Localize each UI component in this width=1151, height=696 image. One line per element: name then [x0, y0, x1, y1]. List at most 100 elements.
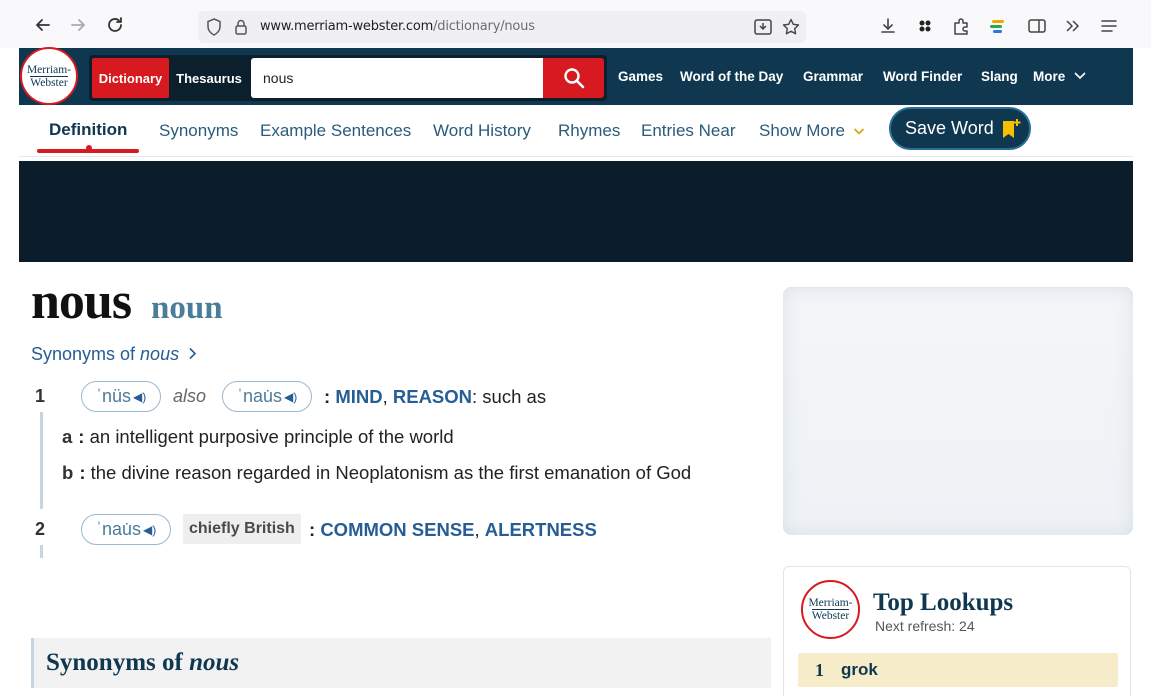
bookmark-plus-icon	[1002, 118, 1021, 138]
entry-subnav: Definition Synonyms Example Sentences Wo…	[19, 105, 1133, 157]
forward-icon[interactable]	[67, 14, 89, 36]
back-icon[interactable]	[32, 14, 54, 36]
save-word-label: Save Word	[905, 118, 994, 138]
sx-link-alertness[interactable]: ALERTNESS	[485, 519, 597, 540]
lock-icon[interactable]	[234, 18, 248, 36]
logo-line-1: Merriam-	[808, 597, 853, 609]
show-more-label: Show More	[759, 121, 845, 140]
subsense-b-text: the divine reason regarded in Neoplatoni…	[90, 462, 692, 483]
synonyms-link-prefix: Synonyms of	[31, 344, 141, 364]
pronunciation-text: ˈnüs	[96, 386, 132, 406]
lookup-rank: 1	[815, 659, 824, 680]
sense-2-rule	[40, 545, 43, 558]
colorful-extension-icon[interactable]	[988, 16, 1008, 36]
headword: nous	[31, 273, 132, 330]
subnav-definition[interactable]: Definition	[49, 120, 127, 140]
synonyms-heading-word: nous	[189, 649, 240, 676]
top-lookups-refresh: Next refresh: 24	[875, 618, 975, 634]
merriam-webster-logo[interactable]: Merriam- Webster	[20, 47, 78, 105]
speaker-icon: ◀)	[284, 389, 298, 404]
sense-number-2: 2	[35, 519, 46, 539]
browser-toolbar: www.merriam-webster.com/dictionary/nous	[0, 0, 1151, 48]
logo-line-1: Merriam-	[26, 63, 72, 76]
lookup-word: grok	[841, 660, 878, 679]
pronunciation-button-alt[interactable]: ˈnau̇s ◀)	[222, 381, 313, 412]
url-host: www.merriam-webster.com	[260, 19, 434, 34]
part-of-speech[interactable]: noun	[151, 290, 223, 327]
url-text[interactable]: www.merriam-webster.com/dictionary/nous	[260, 19, 535, 34]
nav-word-finder[interactable]: Word Finder	[883, 69, 962, 84]
downloads-icon[interactable]	[878, 16, 898, 36]
pronunciation-text-sense-2: ˈnau̇s	[96, 519, 142, 539]
sidebar-toggle-icon[interactable]	[1027, 16, 1047, 36]
extensions-puzzle-icon[interactable]	[951, 16, 971, 36]
pronunciation-text-alt: ˈnau̇s	[237, 386, 283, 406]
url-path: /dictionary/nous	[433, 19, 535, 34]
app-menu-icon[interactable]	[1099, 16, 1119, 36]
sx-link-common-sense[interactable]: COMMON SENSE	[320, 519, 474, 540]
sense-2-definition: : COMMON SENSE, ALERTNESS	[309, 519, 597, 540]
subnav-example-sentences[interactable]: Example Sentences	[260, 121, 411, 141]
active-tab-marker	[86, 145, 92, 151]
top-lookups-title: Top Lookups	[873, 589, 1014, 616]
address-bar[interactable]: www.merriam-webster.com/dictionary/nous	[198, 11, 806, 43]
reader-download-icon[interactable]	[754, 18, 772, 36]
subnav-entries-near[interactable]: Entries Near	[641, 121, 735, 141]
synonyms-link-word: nous	[140, 344, 180, 364]
search-button[interactable]	[543, 58, 604, 98]
merriam-webster-logo: Merriam- Webster	[801, 580, 860, 639]
bookmark-star-icon[interactable]	[782, 18, 800, 36]
nav-more-label: More	[1033, 69, 1066, 84]
also-label: also	[173, 386, 207, 406]
overflow-chevrons-icon[interactable]	[1062, 16, 1082, 36]
subsense-b: b: the divine reason regarded in Neoplat…	[62, 462, 692, 483]
tracking-shield-icon[interactable]	[206, 18, 222, 36]
sense-1-rule	[40, 412, 43, 509]
subnav-show-more[interactable]: Show More	[759, 121, 865, 141]
logo-line-2: Webster	[811, 609, 850, 622]
nav-word-of-the-day[interactable]: Word of the Day	[680, 69, 783, 84]
sidebar-ad	[783, 287, 1133, 535]
search-icon	[563, 68, 584, 89]
search-input[interactable]	[251, 58, 543, 98]
subsense-a-text: an intelligent purposive principle of th…	[89, 426, 454, 447]
subnav-word-history[interactable]: Word History	[433, 121, 531, 141]
sense-1-definition: : MIND, REASON: such as	[324, 386, 547, 407]
pronunciation-button-sense-2[interactable]: ˈnau̇s ◀)	[81, 514, 172, 545]
extension-grid-icon[interactable]	[915, 16, 935, 36]
usage-label: chiefly British	[183, 514, 301, 544]
subnav-rhymes[interactable]: Rhymes	[558, 121, 620, 141]
nav-games[interactable]: Games	[618, 69, 663, 84]
save-word-button[interactable]: Save Word	[889, 107, 1031, 150]
search-bar: Dictionary Thesaurus	[89, 55, 607, 101]
synonyms-heading-prefix: Synonyms of	[46, 649, 190, 676]
top-lookups-widget: Merriam- Webster Top Lookups Next refres…	[783, 566, 1131, 696]
tab-thesaurus[interactable]: Thesaurus	[171, 58, 247, 98]
subsense-a: a: an intelligent purposive principle of…	[62, 426, 454, 447]
subsense-letter: a	[62, 426, 73, 447]
logo-line-2: Webster	[30, 75, 68, 89]
advertisement-banner	[19, 161, 1133, 262]
synonyms-link[interactable]: Synonyms of nous	[31, 344, 198, 365]
pronunciation-button[interactable]: ˈnüs ◀)	[81, 381, 162, 412]
speaker-icon: ◀)	[143, 522, 157, 537]
tab-dictionary[interactable]: Dictionary	[92, 58, 169, 98]
sense-number-1: 1	[35, 386, 46, 406]
speaker-icon: ◀)	[133, 389, 147, 404]
chevron-right-icon	[189, 347, 197, 360]
synonyms-heading-text: Synonyms of nous	[46, 649, 239, 677]
chevron-down-icon	[1074, 72, 1086, 80]
subsense-letter: b	[62, 462, 74, 483]
sense-1-tail: : such as	[472, 386, 547, 407]
subnav-synonyms[interactable]: Synonyms	[159, 121, 238, 141]
reload-icon[interactable]	[104, 14, 126, 36]
nav-slang[interactable]: Slang	[981, 69, 1018, 84]
site-header: Merriam- Webster Dictionary Thesaurus Ga…	[19, 47, 1133, 105]
nav-more[interactable]: More	[1033, 69, 1087, 84]
sx-link-reason[interactable]: REASON	[393, 386, 472, 407]
synonyms-section-heading[interactable]: Synonyms of nous	[31, 638, 771, 688]
sx-link-mind[interactable]: MIND	[335, 386, 382, 407]
nav-grammar[interactable]: Grammar	[803, 69, 863, 84]
list-item[interactable]: 1 grok	[798, 653, 1118, 687]
chevron-down-icon	[853, 128, 864, 135]
